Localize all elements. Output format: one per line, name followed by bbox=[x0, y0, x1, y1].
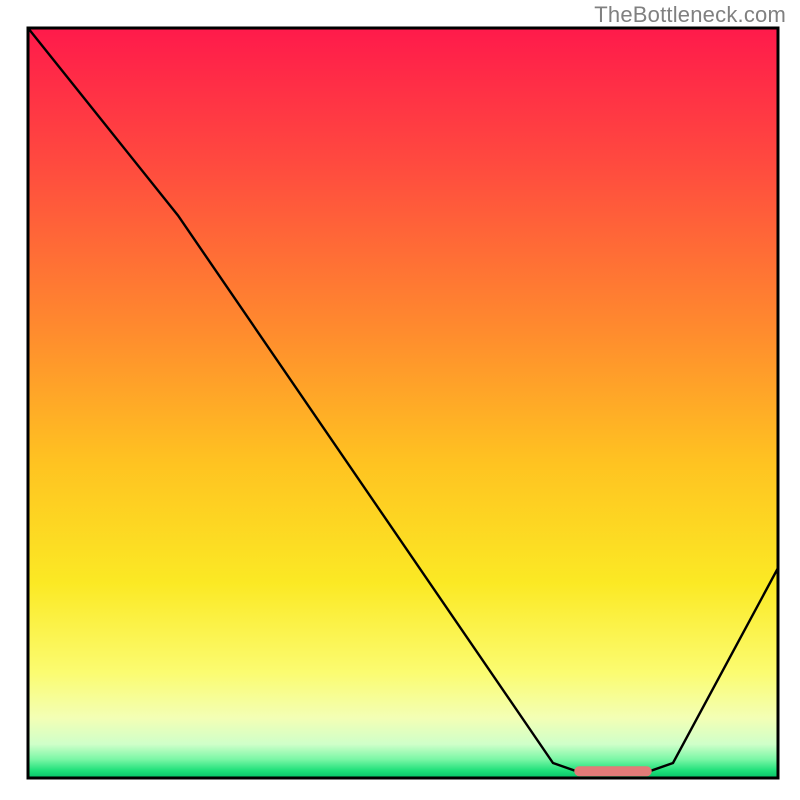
bottleneck-chart: TheBottleneck.com bbox=[0, 0, 800, 800]
watermark-text: TheBottleneck.com bbox=[594, 2, 786, 28]
chart-svg bbox=[0, 0, 800, 800]
plot-background bbox=[28, 28, 778, 778]
